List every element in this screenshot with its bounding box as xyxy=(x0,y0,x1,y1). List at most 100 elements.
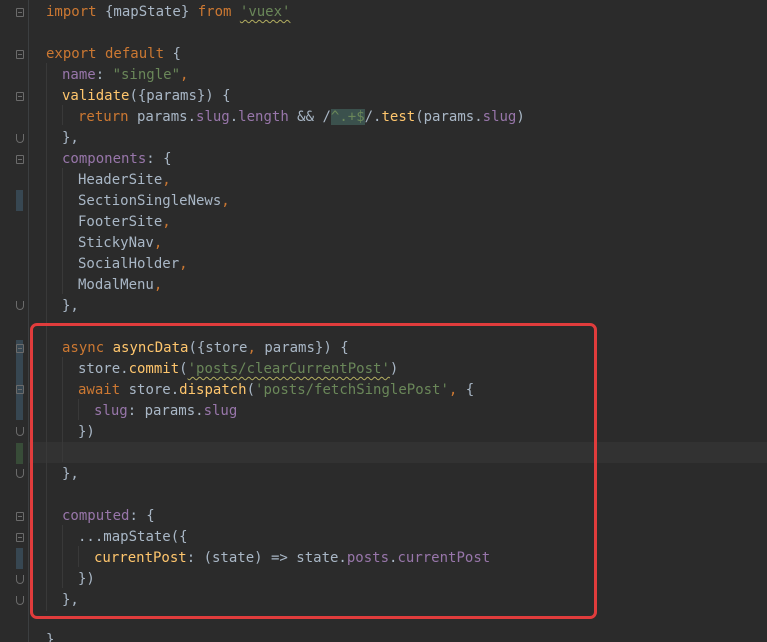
indent-guide xyxy=(62,525,63,588)
plain-token: SocialHolder xyxy=(78,256,180,272)
plain-token: /. xyxy=(364,109,382,125)
function-token: test xyxy=(381,109,416,125)
plain-token: ({params}) { xyxy=(129,88,231,104)
plain-token: ModalMenu xyxy=(78,277,154,293)
code-editor[interactable]: import {mapState} from 'vuex' export def… xyxy=(0,0,767,642)
code-line-23[interactable]: }, xyxy=(62,464,79,485)
code-line-3[interactable]: export default { xyxy=(46,44,181,65)
fold-end-icon[interactable] xyxy=(16,596,24,605)
code-line-7[interactable]: }, xyxy=(62,128,79,149)
plain-token: ( xyxy=(179,361,188,377)
property-token: posts xyxy=(346,550,390,566)
code-line-4[interactable]: name: "single", xyxy=(62,65,188,86)
code-line-14[interactable]: ModalMenu, xyxy=(78,275,162,296)
plain-token: : { xyxy=(146,151,172,167)
plain-token: params. xyxy=(128,109,197,125)
fold-icon[interactable] xyxy=(16,512,24,521)
property-token: slug xyxy=(94,403,128,419)
code-line-17[interactable]: async asyncData({store, params}) { xyxy=(62,338,349,359)
keyword-token: export default xyxy=(46,46,165,62)
fold-icon[interactable] xyxy=(16,92,24,101)
code-line-13[interactable]: SocialHolder, xyxy=(78,254,188,275)
fold-icon[interactable] xyxy=(16,155,24,164)
comma-token: , xyxy=(162,214,171,230)
property-token: length xyxy=(238,109,289,125)
plain-token: : xyxy=(95,67,113,83)
code-line-15[interactable]: }, xyxy=(62,296,79,317)
code-line-31[interactable]: } xyxy=(46,630,54,642)
comma-token: , xyxy=(247,340,256,356)
plain-token: }, xyxy=(62,130,79,146)
added-line-marker[interactable] xyxy=(16,443,23,464)
plain-token: : { xyxy=(129,508,155,524)
plain-token: mapState xyxy=(103,529,171,545)
fold-end-icon[interactable] xyxy=(16,427,24,436)
code-line-26[interactable]: ...mapState({ xyxy=(78,527,188,548)
plain-token: store. xyxy=(78,361,129,377)
plain-token: }, xyxy=(62,466,79,482)
fold-end-icon[interactable] xyxy=(16,575,24,584)
plain-token: FooterSite xyxy=(78,214,163,230)
plain-token: { xyxy=(457,382,475,398)
plain-token: ({ xyxy=(170,529,188,545)
plain-token: . xyxy=(229,109,239,125)
property-token: slug xyxy=(196,109,230,125)
fold-icon[interactable] xyxy=(16,533,24,542)
plain-token: }) xyxy=(78,571,95,587)
string-token: "single" xyxy=(112,67,181,83)
plain-token: ) xyxy=(389,361,399,377)
plain-token: store. xyxy=(120,382,180,398)
fold-icon[interactable] xyxy=(16,8,24,17)
change-marker[interactable] xyxy=(16,548,23,569)
fold-end-icon[interactable] xyxy=(16,134,24,143)
code-line-18[interactable]: store.commit('posts/clearCurrentPost') xyxy=(78,359,398,380)
code-line-9[interactable]: HeaderSite, xyxy=(78,170,171,191)
code-line-8[interactable]: components: { xyxy=(62,149,172,170)
plain-token: ({store xyxy=(188,340,248,356)
string-token: 'posts/fetchSinglePost' xyxy=(255,382,449,398)
plain-token: HeaderSite xyxy=(78,172,163,188)
plain-token: {mapState} xyxy=(96,4,198,20)
comma-token: , xyxy=(221,193,230,209)
plain-token: ... xyxy=(78,529,104,545)
code-line-5[interactable]: validate({params}) { xyxy=(62,86,231,107)
indent-guide xyxy=(62,105,63,125)
fold-icon[interactable] xyxy=(16,50,24,59)
code-line-10[interactable]: SectionSingleNews, xyxy=(78,191,230,212)
property-token: components xyxy=(62,151,147,167)
keyword-token: return xyxy=(78,109,129,125)
fold-end-icon[interactable] xyxy=(16,301,24,310)
code-line-29[interactable]: }, xyxy=(62,590,79,611)
plain-token: StickyNav xyxy=(78,235,154,251)
fold-icon[interactable] xyxy=(16,385,24,394)
keyword-token: await xyxy=(78,382,121,398)
fold-end-icon[interactable] xyxy=(16,469,24,478)
comma-token: , xyxy=(153,235,163,251)
code-line-27[interactable]: currentPost: (state) => state.posts.curr… xyxy=(94,548,490,569)
code-line-21[interactable]: }) xyxy=(78,422,95,443)
code-line-11[interactable]: FooterSite, xyxy=(78,212,171,233)
comma-token: , xyxy=(180,67,189,83)
regex-token: ^.+$ xyxy=(330,109,365,125)
code-line-25[interactable]: computed: { xyxy=(62,506,155,527)
code-line-20[interactable]: slug: params.slug xyxy=(94,401,237,422)
property-token: slug xyxy=(203,403,238,419)
code-line-19[interactable]: await store.dispatch('posts/fetchSingleP… xyxy=(78,380,474,401)
code-line-1[interactable]: import {mapState} from 'vuex' xyxy=(46,2,290,23)
plain-token: : (state) => state. xyxy=(186,550,347,566)
plain-token: { xyxy=(164,46,181,62)
code-line-12[interactable]: StickyNav, xyxy=(78,233,162,254)
plain-token: ) xyxy=(516,109,525,125)
plain-token: SectionSingleNews xyxy=(78,193,222,209)
function-token: commit xyxy=(128,361,180,377)
indent-guide xyxy=(78,399,79,420)
function-token: currentPost xyxy=(94,550,187,566)
indent-guide xyxy=(62,168,63,294)
function-token: validate xyxy=(62,88,130,104)
code-line-28[interactable]: }) xyxy=(78,569,95,590)
property-token: name xyxy=(62,67,96,83)
code-line-6[interactable]: return params.slug.length && /^.+$/.test… xyxy=(78,107,525,128)
comma-token: , xyxy=(179,256,188,272)
fold-icon[interactable] xyxy=(16,344,24,353)
change-marker[interactable] xyxy=(16,190,23,211)
